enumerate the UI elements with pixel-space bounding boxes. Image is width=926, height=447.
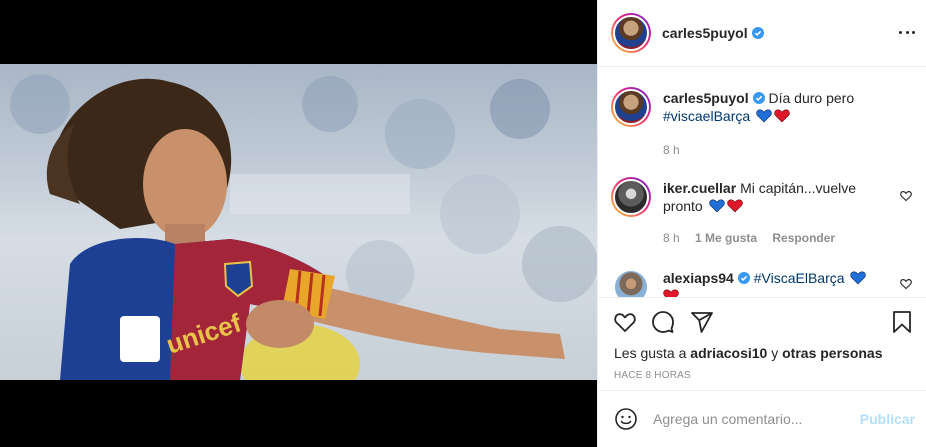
likes-prefix: Les gusta a	[614, 345, 687, 361]
reply-button[interactable]: Responder	[772, 231, 835, 245]
post-timestamp[interactable]: HACE 8 HORAS	[614, 370, 691, 381]
comment-username[interactable]: alexiaps94	[663, 270, 734, 286]
instagram-post: unicef carles5puyol carles5puyol Día dur…	[0, 0, 926, 447]
emoji-smile-icon[interactable]	[614, 407, 638, 431]
like-comment-heart-icon[interactable]	[900, 190, 912, 202]
comment-avatar[interactable]	[611, 177, 651, 217]
blue-heart-icon	[756, 109, 772, 123]
save-bookmark-icon[interactable]	[890, 310, 914, 334]
post-media[interactable]: unicef	[0, 0, 597, 447]
add-comment-bar: Publicar	[598, 390, 926, 447]
comment-time[interactable]: 8 h	[663, 231, 680, 245]
author-username[interactable]: carles5puyol	[662, 25, 748, 41]
caption-avatar[interactable]	[611, 87, 651, 127]
more-options-icon[interactable]	[899, 24, 915, 40]
post-header: carles5puyol	[598, 0, 926, 67]
comment-avatar-image	[613, 179, 649, 215]
comment-text: iker.cuellar Mi capitán...vuelve pronto	[663, 179, 883, 215]
verified-badge-icon	[751, 27, 764, 39]
likes-middle: y	[771, 345, 779, 361]
comment-avatar[interactable]	[611, 267, 651, 297]
post-photo: unicef	[0, 64, 597, 380]
red-heart-icon	[663, 289, 679, 297]
like-heart-icon[interactable]	[613, 310, 637, 334]
share-direct-icon[interactable]	[690, 310, 714, 334]
comment-text: alexiaps94 #ViscaElBarça	[663, 269, 883, 297]
comment-input[interactable]	[653, 408, 853, 430]
comment-meta: 8 h 1 Me gusta Responder	[663, 231, 847, 245]
caption-username[interactable]: carles5puyol	[663, 90, 749, 106]
verified-badge-icon	[752, 92, 765, 104]
comment-bubble-icon[interactable]	[651, 310, 675, 334]
comment-username[interactable]: iker.cuellar	[663, 180, 736, 196]
blue-heart-icon	[708, 199, 725, 213]
publish-button[interactable]: Publicar	[860, 411, 915, 427]
caption-hashtag[interactable]: #viscaelBarça	[663, 108, 750, 124]
comments-list[interactable]: carles5puyol Día duro pero #viscaelBarça…	[598, 68, 926, 297]
red-heart-icon	[774, 109, 790, 123]
red-heart-icon	[726, 199, 743, 213]
author-avatar-image	[613, 15, 649, 51]
caption-text: carles5puyol Día duro pero #viscaelBarça	[663, 89, 883, 125]
blue-heart-icon	[850, 271, 867, 285]
player-illustration: unicef	[10, 74, 597, 380]
likes-others[interactable]: otras personas	[782, 345, 882, 361]
like-comment-heart-icon[interactable]	[900, 278, 912, 290]
likes-user[interactable]: adriacosi10	[690, 345, 767, 361]
post-actions: Les gusta a adriacosi10 y otras personas…	[598, 297, 926, 390]
comment-avatar-image	[613, 269, 649, 297]
caption-time[interactable]: 8 h	[663, 143, 680, 157]
comment-hashtag[interactable]: #ViscaElBarça	[754, 270, 845, 286]
author-avatar[interactable]	[611, 13, 651, 53]
caption-avatar-image	[613, 89, 649, 125]
caption-meta: 8 h	[663, 143, 692, 157]
comment-likes[interactable]: 1 Me gusta	[695, 231, 757, 245]
post-sidebar: carles5puyol carles5puyol Día duro pero …	[597, 0, 926, 447]
verified-badge-icon	[737, 272, 750, 284]
likes-summary: Les gusta a adriacosi10 y otras personas	[614, 345, 883, 361]
caption-message: Día duro pero	[768, 90, 855, 106]
